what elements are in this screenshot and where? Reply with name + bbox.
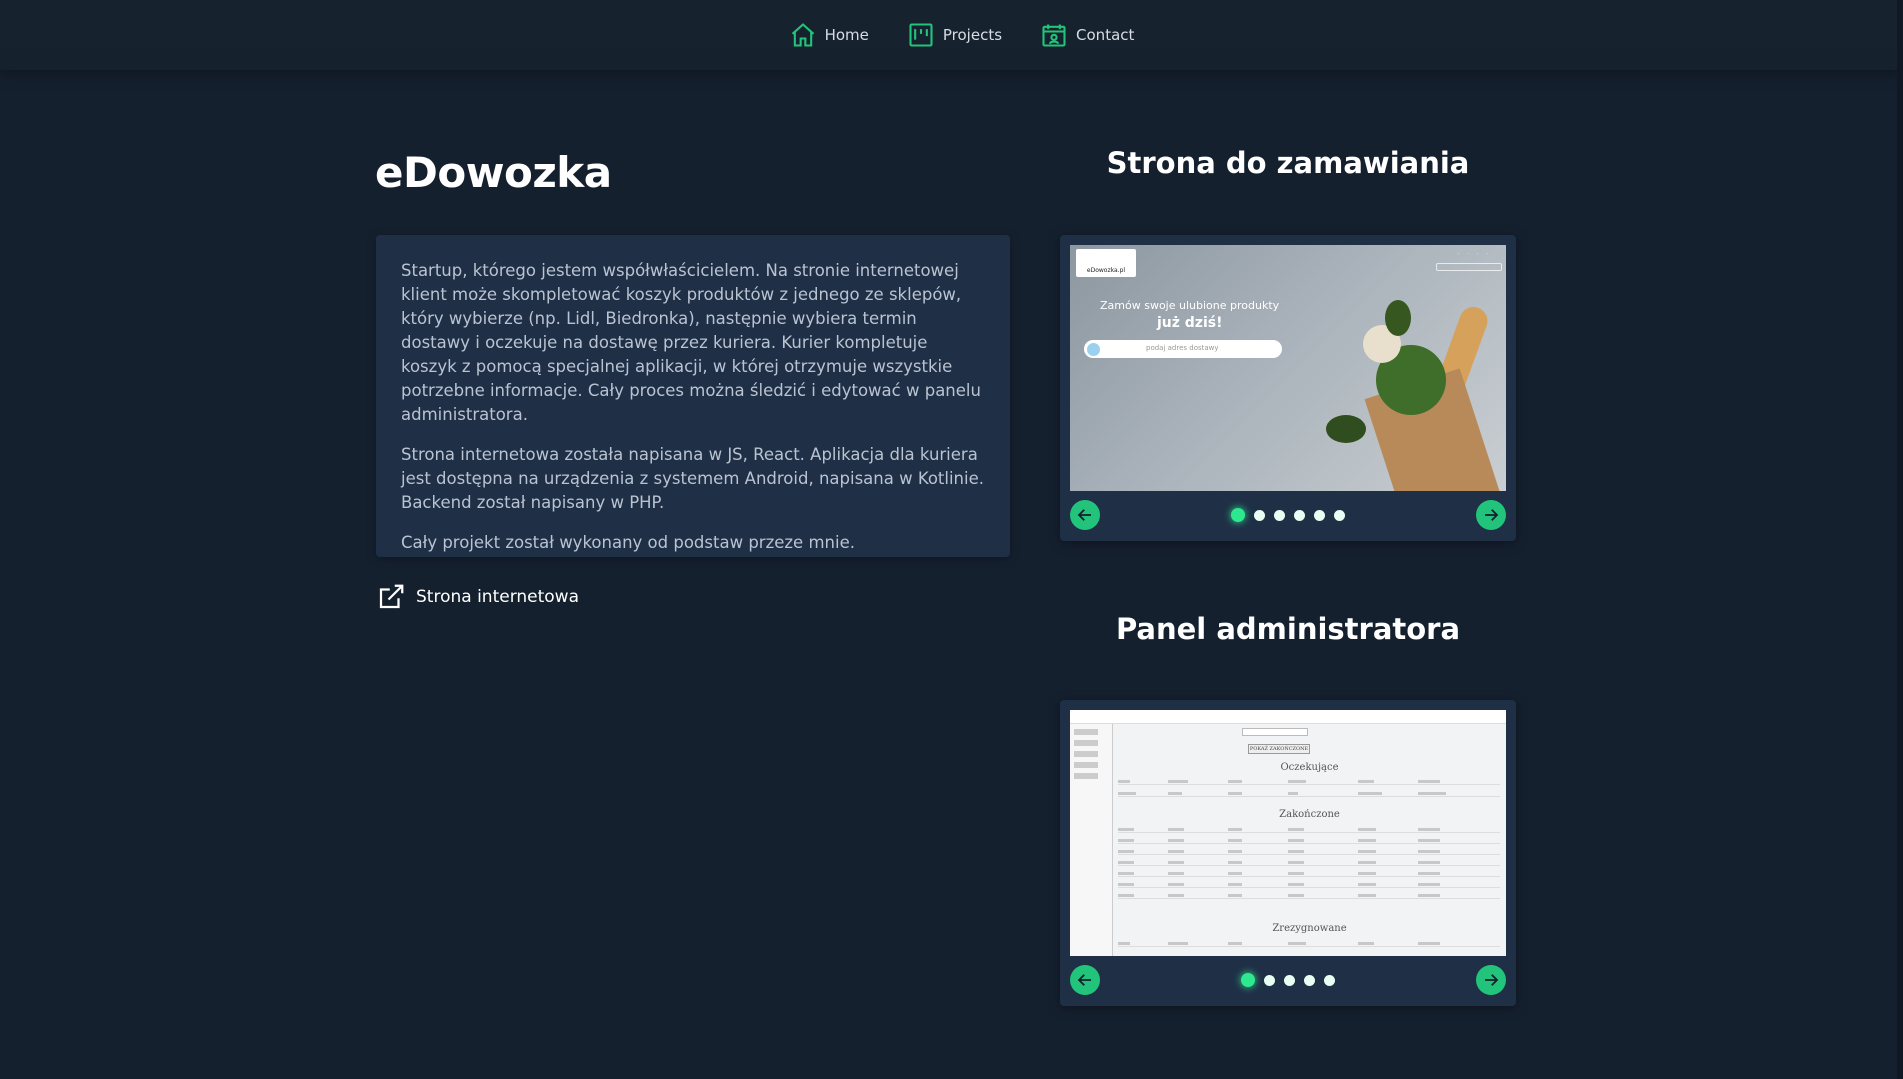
shop-logo: eDowozka.pl xyxy=(1076,249,1136,277)
arrow-left-icon xyxy=(1077,509,1091,521)
carousel-slide-image: eDowozka.pl ···· Zamów swoje ulubione pr… xyxy=(1070,245,1506,491)
page-scrollbar[interactable] xyxy=(1897,0,1903,1079)
home-icon xyxy=(791,23,814,47)
carousel-dot[interactable] xyxy=(1254,509,1265,521)
nav-projects-label: Projects xyxy=(942,26,1003,44)
carousel-dot[interactable] xyxy=(1314,509,1325,521)
admin-table-row xyxy=(1118,894,1500,899)
admin-table-row xyxy=(1118,828,1500,833)
carousel-dot[interactable] xyxy=(1274,509,1285,521)
external-link-icon xyxy=(379,584,404,609)
carousel-controls xyxy=(1070,964,1506,996)
carousel-dot[interactable] xyxy=(1334,509,1345,521)
admin-table-row xyxy=(1118,792,1500,797)
arrow-right-icon xyxy=(1485,974,1499,986)
admin-table-row xyxy=(1118,883,1500,888)
gallery-title-admin: Panel administratora xyxy=(1115,612,1461,646)
carousel-dot[interactable] xyxy=(1294,509,1305,521)
carousel-ordering-site: eDowozka.pl ···· Zamów swoje ulubione pr… xyxy=(1060,235,1516,541)
project-description-card: Startup, którego jestem współwłaściciele… xyxy=(376,235,1010,557)
carousel-dot[interactable] xyxy=(1264,974,1275,986)
next-slide-button[interactable] xyxy=(1476,500,1506,530)
admin-topbar xyxy=(1070,710,1506,724)
admin-section-finished: Zakończone xyxy=(1279,809,1340,820)
arrow-right-icon xyxy=(1485,509,1499,521)
carousel-dot[interactable] xyxy=(1284,974,1295,986)
carousel-dots xyxy=(1231,508,1345,522)
nav-projects[interactable]: Projects xyxy=(907,21,1002,49)
kanban-icon xyxy=(909,23,933,47)
nav-contact[interactable]: Contact xyxy=(1040,21,1134,49)
admin-show-finished-button: POKAŻ ZAKOŃCZONE xyxy=(1248,744,1310,754)
nav-contact-label: Contact xyxy=(1076,26,1135,44)
description-paragraph: Strona internetowa została napisana w JS… xyxy=(401,445,984,512)
shop-minibar xyxy=(1436,263,1502,271)
carousel-dot[interactable] xyxy=(1304,974,1315,986)
carousel-controls xyxy=(1070,499,1506,531)
admin-table-row xyxy=(1118,839,1500,844)
carousel-dots xyxy=(1241,973,1335,987)
carousel-slide-image: POKAŻ ZAKOŃCZONE Oczekujące Zakończone Z… xyxy=(1070,710,1506,956)
admin-table-row xyxy=(1118,850,1500,855)
admin-table-row xyxy=(1118,861,1500,866)
admin-section-pending: Oczekujące xyxy=(1280,762,1339,773)
ordering-site-screenshot: eDowozka.pl ···· Zamów swoje ulubione pr… xyxy=(1070,245,1506,491)
admin-table-row xyxy=(1118,942,1500,947)
admin-table-row xyxy=(1118,872,1500,877)
gallery-title-ordering: Strona do zamawiania xyxy=(1106,146,1470,180)
carousel-dot[interactable] xyxy=(1324,974,1335,986)
prev-slide-button[interactable] xyxy=(1070,500,1100,530)
website-link[interactable]: Strona internetowa xyxy=(376,582,579,612)
avocado-shape xyxy=(1326,415,1366,443)
prev-slide-button[interactable] xyxy=(1070,965,1100,995)
shop-headline-strong: już dziś! xyxy=(1157,315,1223,331)
website-link-label: Strona internetowa xyxy=(416,587,580,607)
shop-headline: Zamów swoje ulubione produkty xyxy=(1100,299,1280,312)
admin-panel-screenshot: POKAŻ ZAKOŃCZONE Oczekujące Zakończone Z… xyxy=(1070,710,1506,956)
nav-home[interactable]: Home xyxy=(789,21,869,49)
description-paragraph: Startup, którego jestem współwłaściciele… xyxy=(401,261,981,424)
project-title: eDowozka xyxy=(375,148,612,197)
shop-menu: ···· xyxy=(1457,251,1496,257)
carousel-dot[interactable] xyxy=(1241,973,1255,987)
admin-filter-field xyxy=(1242,728,1308,736)
next-slide-button[interactable] xyxy=(1476,965,1506,995)
admin-section-cancelled: Zrezygnowane xyxy=(1272,923,1347,934)
avocado-shape xyxy=(1385,300,1411,336)
admin-table-row xyxy=(1118,780,1500,785)
top-navbar: Home Projects Contact xyxy=(0,0,1903,70)
carousel-dot[interactable] xyxy=(1231,508,1245,522)
shop-search-field: podaj adres dostawy xyxy=(1084,340,1282,358)
shop-search-icon xyxy=(1087,343,1100,356)
nav-home-label: Home xyxy=(824,26,869,44)
carousel-admin-panel: POKAŻ ZAKOŃCZONE Oczekujące Zakończone Z… xyxy=(1060,700,1516,1006)
description-paragraph: Cały projekt został wykonany od podstaw … xyxy=(401,533,855,552)
admin-sidebar xyxy=(1070,724,1113,956)
contact-calendar-icon xyxy=(1042,24,1066,47)
arrow-left-icon xyxy=(1077,974,1091,986)
